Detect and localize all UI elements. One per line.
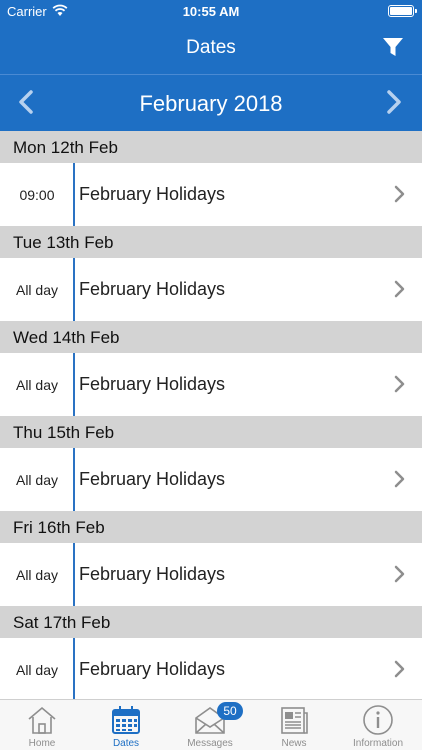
event-row[interactable]: All day February Holidays xyxy=(0,638,422,699)
chevron-right-icon xyxy=(394,280,405,298)
status-time: 10:55 AM xyxy=(182,4,240,19)
timeline-bar xyxy=(73,258,75,321)
day-header: Tue 13th Feb xyxy=(0,226,422,258)
chevron-right-icon xyxy=(394,375,405,393)
tab-news[interactable]: News xyxy=(252,700,336,750)
chevron-right-icon xyxy=(394,470,405,488)
status-bar: Carrier 10:55 AM xyxy=(0,0,422,22)
timeline-bar xyxy=(73,543,75,606)
battery-icon xyxy=(388,5,417,17)
timeline-bar xyxy=(73,638,75,699)
home-icon xyxy=(28,706,56,734)
tab-information[interactable]: Information xyxy=(336,700,420,750)
tab-label: Home xyxy=(28,738,56,749)
tab-label: Messages xyxy=(187,738,233,749)
event-time: All day xyxy=(15,472,59,488)
month-selector: February 2018 xyxy=(0,74,422,131)
current-month: February 2018 xyxy=(139,91,283,116)
event-title: February Holidays xyxy=(79,374,226,394)
event-row[interactable]: 09:00 February Holidays xyxy=(0,163,422,226)
chevron-right-icon xyxy=(394,565,405,583)
unread-badge: 50 xyxy=(217,702,243,720)
event-row[interactable]: All day February Holidays xyxy=(0,543,422,606)
page-title: Dates xyxy=(186,37,236,58)
day-header: Mon 12th Feb xyxy=(0,131,422,163)
navigation-bar: Dates xyxy=(0,22,422,74)
event-row[interactable]: All day February Holidays xyxy=(0,258,422,321)
day-header: Sat 17th Feb xyxy=(0,606,422,638)
timeline-bar xyxy=(73,163,75,226)
timeline-bar xyxy=(73,353,75,416)
tab-home[interactable]: Home xyxy=(0,700,84,750)
chevron-right-icon xyxy=(394,185,405,203)
calendar-icon xyxy=(112,706,140,734)
event-row[interactable]: All day February Holidays xyxy=(0,353,422,416)
chevron-right-icon xyxy=(394,660,405,678)
event-title: February Holidays xyxy=(79,184,226,204)
day-header: Thu 15th Feb xyxy=(0,416,422,448)
info-icon xyxy=(363,705,393,735)
event-row[interactable]: All day February Holidays xyxy=(0,448,422,511)
event-title: February Holidays xyxy=(79,279,226,299)
tab-messages[interactable]: 50 Messages xyxy=(168,700,252,750)
newspaper-icon xyxy=(281,707,308,734)
event-time: All day xyxy=(15,377,59,393)
event-title: February Holidays xyxy=(79,469,226,489)
event-time: All day xyxy=(15,282,59,298)
event-time: All day xyxy=(15,662,59,678)
tab-label: Information xyxy=(352,738,404,749)
event-time: All day xyxy=(15,567,59,583)
tab-dates[interactable]: Dates xyxy=(84,700,168,750)
filter-icon[interactable] xyxy=(382,36,404,58)
day-header: Wed 14th Feb xyxy=(0,321,422,353)
timeline-bar xyxy=(73,448,75,511)
app-header: Carrier 10:55 AM Dates February 2018 xyxy=(0,0,422,131)
tab-label: Dates xyxy=(112,738,140,749)
event-title: February Holidays xyxy=(79,659,226,679)
dates-list[interactable]: Mon 12th Feb 09:00 February Holidays Tue… xyxy=(0,131,422,699)
chevron-right-icon[interactable] xyxy=(384,89,404,115)
event-title: February Holidays xyxy=(79,564,226,584)
day-header: Fri 16th Feb xyxy=(0,511,422,543)
tab-label: News xyxy=(281,738,307,749)
event-time: 09:00 xyxy=(19,187,55,203)
tab-bar: Home Dates 50 Messages News Information xyxy=(0,699,422,750)
